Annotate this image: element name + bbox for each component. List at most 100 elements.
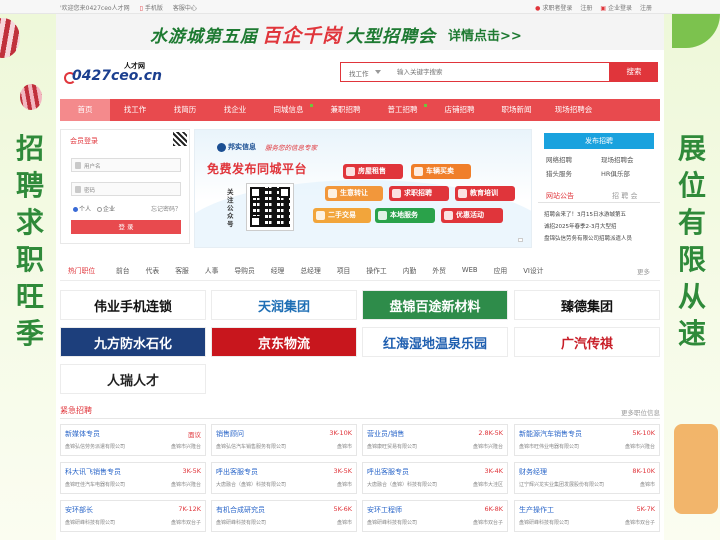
company-logo-tile[interactable]: 伟业手机连锁 [60, 290, 206, 320]
job-card[interactable]: 销售顾问 3K-10K 盘锦弘信汽车销售服务有限公司 盘锦市 [211, 424, 357, 456]
event-suffix: 大型招聘会 [346, 26, 437, 47]
hot-keyword[interactable]: WEB [462, 266, 478, 274]
nav-find-job[interactable]: 找工作 [110, 99, 160, 121]
job-card[interactable]: 营业员/销售 2.8K-5K 盘锦康旺贸易有限公司 盘锦市兴隆台 [362, 424, 508, 456]
nav-job-fair[interactable]: 现场招聘会 [545, 99, 602, 121]
logo-text: 0427ceo.cn [72, 68, 162, 84]
hot-keyword[interactable]: 前台 [116, 265, 130, 275]
link-headhunter[interactable]: 猎头服务 [546, 168, 601, 178]
qr-code-icon[interactable] [173, 132, 187, 146]
leaf-icon [672, 14, 720, 48]
tab-job-fair[interactable]: 招 聘 会 [612, 191, 637, 201]
job-card[interactable]: 新媒体专员 面议 盘锦弘信劳务派遣有限公司 盘锦市兴隆台 [60, 424, 206, 456]
job-card[interactable]: 财务经理 8K-10K 辽宁辉兴龙实业集团发展股份有限公司 盘锦市 [514, 462, 660, 494]
company-register-link[interactable]: 注册 [640, 3, 652, 12]
new-badge-icon [310, 104, 313, 107]
notice-item[interactable]: 招聘会来了！3月15日水游城第五 [544, 209, 660, 221]
side-banner-right[interactable]: 展位有限从速 [664, 14, 720, 540]
hot-keyword[interactable]: 应用 [494, 265, 508, 275]
job-card[interactable]: 生产操作工 5K-7K 盘锦研峰科技有限公司 盘锦市双台子 [514, 500, 660, 532]
pill-business[interactable]: 生意转让 [325, 186, 383, 201]
pill-jobs[interactable]: 求职招聘 [389, 186, 449, 201]
event-prefix: 水游城第五届 [150, 26, 258, 47]
pill-education[interactable]: 教育培训 [455, 186, 515, 201]
search-button[interactable]: 搜索 [610, 62, 658, 82]
company-logo-tile[interactable]: 红海湿地温泉乐园 [362, 327, 508, 357]
nav-part-time[interactable]: 兼职招聘 [317, 99, 374, 121]
nav-shop-recruit[interactable]: 店铺招聘 [431, 99, 488, 121]
username-field[interactable]: 用户名 [71, 158, 181, 172]
radio-company[interactable]: 企业 [97, 204, 115, 213]
service-link[interactable]: 客服中心 [173, 3, 197, 12]
nav-find-resume[interactable]: 找简历 [160, 99, 210, 121]
pill-deals[interactable]: 优惠活动 [441, 208, 503, 223]
company-logo-tile[interactable]: 广汽传祺 [514, 327, 660, 357]
pill-house[interactable]: 房屋租售 [343, 164, 403, 179]
hot-keyword[interactable]: 经理 [271, 265, 285, 275]
job-card[interactable]: 呼出客服专员 3K-4K 大唐融合（盘锦）科技有限公司 盘锦市大洼区 [362, 462, 508, 494]
event-detail-link[interactable]: 详情点击>> [448, 25, 522, 44]
radio-personal[interactable]: 个人 [73, 204, 91, 213]
company-logo-tile[interactable]: 九方防水石化 [60, 327, 206, 357]
forgot-password-link[interactable]: 忘记密码？ [151, 204, 181, 213]
pill-secondhand[interactable]: 二手交易 [313, 208, 371, 223]
pill-car[interactable]: 车辆买卖 [411, 164, 471, 179]
nav-home[interactable]: 首页 [60, 99, 110, 121]
hot-keyword[interactable]: 操作工 [366, 265, 386, 275]
company-login-link[interactable]: ▣ 企业登录 [600, 3, 632, 12]
slide-indicator[interactable] [518, 238, 523, 242]
post-job-button[interactable]: 发布招聘 [544, 133, 654, 149]
company-logo-tile[interactable]: 人瑞人才 [60, 364, 206, 394]
hot-keyword[interactable]: 外贸 [432, 265, 446, 275]
seeker-login-link[interactable]: ● 求职者登录 [535, 3, 572, 12]
nav-career-news[interactable]: 职场新闻 [488, 99, 545, 121]
hot-keyword[interactable]: VI设计 [523, 265, 543, 275]
job-card[interactable]: 新能源汽车销售专员 5K-10K 盘锦市旺伟业电器有限公司 盘锦市兴隆台 [514, 424, 660, 456]
promo-banner[interactable]: 邦实信息 服务您的信息专家 免费发布同城平台 关注公众号 房屋租售 车辆买卖 生… [194, 129, 532, 248]
notice-item[interactable]: 诚招2025年春季2-3月大型招 [544, 221, 660, 233]
notice-item[interactable]: 盘锦弘信劳务有限公司招聘派遣人员 [544, 233, 660, 245]
hot-more-link[interactable]: 更多 [637, 266, 650, 276]
link-hr-club[interactable]: HR俱乐部 [601, 168, 656, 178]
company-logo-tile[interactable]: 天润集团 [211, 290, 357, 320]
side-banner-left[interactable]: 招聘求职旺季 [0, 14, 56, 540]
search-input[interactable] [397, 66, 597, 78]
search-category-select[interactable]: 找工作 [349, 68, 369, 78]
company-logo-tile[interactable]: 臻德集团 [514, 290, 660, 320]
job-card[interactable]: 安环工程师 6K-8K 盘锦研峰科技有限公司 盘锦市双台子 [362, 500, 508, 532]
seeker-register-link[interactable]: 注册 [580, 3, 592, 12]
nav-find-company[interactable]: 找企业 [210, 99, 260, 121]
hot-keyword[interactable]: 内勤 [403, 265, 417, 275]
password-field[interactable]: 密码 [71, 182, 181, 196]
mobile-link[interactable]: ▯ 手机版 [140, 3, 163, 12]
urgent-more-link[interactable]: 更多职位信息 [621, 407, 660, 417]
job-card[interactable]: 呼出客服专员 3K-5K 大唐融合（盘锦）科技有限公司 盘锦市 [211, 462, 357, 494]
hot-keyword[interactable]: 导购员 [234, 265, 254, 275]
hot-keyword[interactable]: 代表 [146, 265, 160, 275]
nav-city-info[interactable]: 同城信息 [260, 99, 317, 121]
pill-local[interactable]: 本地服务 [375, 208, 435, 223]
hot-keyword[interactable]: 客服 [175, 265, 189, 275]
notice-list: 招聘会来了！3月15日水游城第五 诚招2025年春季2-3月大型招 盘锦弘信劳务… [544, 209, 660, 245]
tab-notice[interactable]: 网站公告 [546, 191, 574, 201]
login-button[interactable]: 登 录 [71, 220, 181, 234]
user-icon: ● [535, 5, 541, 12]
swap-icon [316, 211, 325, 220]
job-card[interactable]: 有机合成研究员 5K-6K 盘锦研峰科技有限公司 盘锦市 [211, 500, 357, 532]
job-card[interactable]: 科大讯飞销售专员 3K-5K 盘锦旺佳汽车电器有限公司 盘锦市兴隆台 [60, 462, 206, 494]
event-banner[interactable]: 水游城第五届 百企千岗 大型招聘会 详情点击>> [150, 20, 522, 48]
book-icon [458, 189, 467, 198]
company-logo-tile[interactable]: 京东物流 [211, 327, 357, 357]
top-bar: '欢迎您来0427ceo人才网 ▯ 手机版 客服中心 ● 求职者登录 注册 ▣ … [0, 0, 720, 14]
site-logo[interactable]: 人才网 0427ceo.cn [62, 58, 162, 88]
link-job-fair[interactable]: 现场招聘会 [601, 154, 656, 164]
link-online-recruit[interactable]: 网络招聘 [546, 154, 601, 164]
job-card[interactable]: 安环部长 7K-12K 盘锦研峰科技有限公司 盘锦市双台子 [60, 500, 206, 532]
company-logo-tile[interactable]: 盘锦百途新材料 [362, 290, 508, 320]
hot-keyword[interactable]: 总经理 [300, 265, 320, 275]
lock-icon [75, 186, 81, 193]
hot-keyword[interactable]: 人事 [205, 265, 219, 275]
nav-general-worker[interactable]: 普工招聘 [374, 99, 431, 121]
right-panel: 发布招聘 网络招聘 现场招聘会 猎头服务 HR俱乐部 网站公告 招 聘 会 招聘… [538, 129, 660, 248]
hot-keyword[interactable]: 项目 [337, 265, 351, 275]
